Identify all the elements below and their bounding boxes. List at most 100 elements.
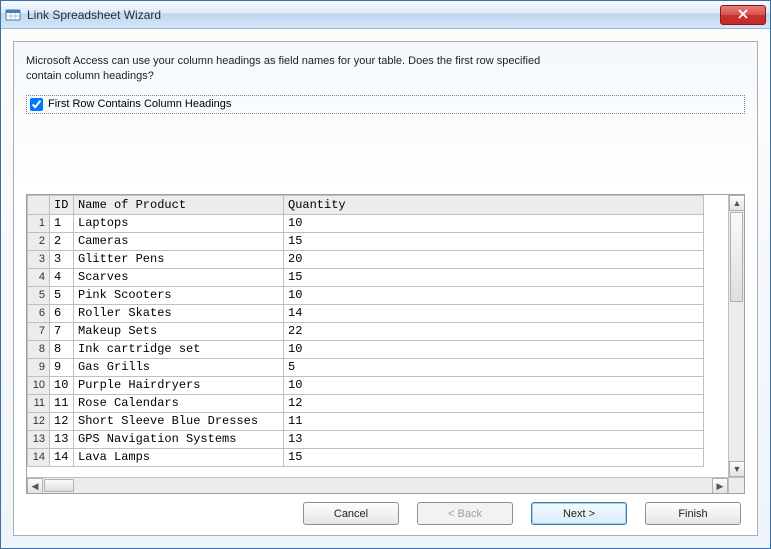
row-number[interactable]: 8 [28, 340, 50, 358]
cell-qty: 22 [284, 322, 704, 340]
cell-id: 7 [50, 322, 74, 340]
scroll-up-icon[interactable]: ▲ [729, 195, 745, 211]
cell-qty: 10 [284, 376, 704, 394]
row-number[interactable]: 2 [28, 232, 50, 250]
cell-name: Ink cartridge set [74, 340, 284, 358]
row-number[interactable]: 1 [28, 214, 50, 232]
table-row[interactable]: 22Cameras15 [28, 232, 704, 250]
row-number[interactable]: 6 [28, 304, 50, 322]
table-row[interactable]: 1111Rose Calendars12 [28, 394, 704, 412]
cell-qty: 15 [284, 268, 704, 286]
button-bar: Cancel < Back Next > Finish [26, 494, 745, 527]
cell-qty: 5 [284, 358, 704, 376]
cell-name: Pink Scooters [74, 286, 284, 304]
cell-name: Laptops [74, 214, 284, 232]
data-grid: ID Name of Product Quantity 11Laptops102… [26, 194, 745, 494]
window-title: Link Spreadsheet Wizard [27, 8, 720, 22]
cell-qty: 14 [284, 304, 704, 322]
row-number[interactable]: 4 [28, 268, 50, 286]
column-header-qty[interactable]: Quantity [284, 195, 704, 214]
table-row[interactable]: 11Laptops10 [28, 214, 704, 232]
back-button: < Back [417, 502, 513, 525]
table-row[interactable]: 55Pink Scooters10 [28, 286, 704, 304]
finish-button[interactable]: Finish [645, 502, 741, 525]
table-row[interactable]: 33Glitter Pens20 [28, 250, 704, 268]
cell-id: 13 [50, 430, 74, 448]
cell-id: 6 [50, 304, 74, 322]
data-table: ID Name of Product Quantity 11Laptops102… [27, 195, 704, 467]
row-number[interactable]: 11 [28, 394, 50, 412]
vertical-scrollbar[interactable]: ▲ ▼ [728, 195, 744, 477]
cell-id: 12 [50, 412, 74, 430]
row-number[interactable]: 12 [28, 412, 50, 430]
row-number[interactable]: 14 [28, 448, 50, 466]
cell-name: Glitter Pens [74, 250, 284, 268]
cell-qty: 10 [284, 214, 704, 232]
cell-id: 3 [50, 250, 74, 268]
checkbox-label: First Row Contains Column Headings [48, 98, 231, 110]
cell-qty: 15 [284, 448, 704, 466]
app-icon [5, 7, 21, 23]
intro-text: Microsoft Access can use your column hea… [26, 54, 546, 85]
cell-id: 2 [50, 232, 74, 250]
cell-qty: 20 [284, 250, 704, 268]
scroll-right-icon[interactable]: ▶ [712, 478, 728, 494]
cell-qty: 10 [284, 340, 704, 358]
cell-name: Cameras [74, 232, 284, 250]
cell-name: Scarves [74, 268, 284, 286]
scroll-down-icon[interactable]: ▼ [729, 461, 745, 477]
table-row[interactable]: 1313GPS Navigation Systems13 [28, 430, 704, 448]
row-header-blank [28, 195, 50, 214]
table-row[interactable]: 66Roller Skates14 [28, 304, 704, 322]
row-number[interactable]: 7 [28, 322, 50, 340]
table-row[interactable]: 77Makeup Sets22 [28, 322, 704, 340]
row-number[interactable]: 9 [28, 358, 50, 376]
table-row[interactable]: 44Scarves15 [28, 268, 704, 286]
cell-qty: 15 [284, 232, 704, 250]
close-icon [738, 8, 748, 22]
cell-id: 8 [50, 340, 74, 358]
cell-name: Makeup Sets [74, 322, 284, 340]
scroll-thumb-vertical[interactable] [730, 212, 743, 302]
row-number[interactable]: 3 [28, 250, 50, 268]
cell-name: Gas Grills [74, 358, 284, 376]
cell-qty: 12 [284, 394, 704, 412]
row-number[interactable]: 5 [28, 286, 50, 304]
cell-id: 10 [50, 376, 74, 394]
checkbox-input[interactable] [30, 98, 43, 111]
cell-name: Roller Skates [74, 304, 284, 322]
row-number[interactable]: 10 [28, 376, 50, 394]
cell-name: Rose Calendars [74, 394, 284, 412]
cell-qty: 10 [284, 286, 704, 304]
table-row[interactable]: 99Gas Grills5 [28, 358, 704, 376]
cell-qty: 13 [284, 430, 704, 448]
wizard-window: Link Spreadsheet Wizard Microsoft Access… [0, 0, 771, 549]
cell-name: Purple Hairdryers [74, 376, 284, 394]
next-button[interactable]: Next > [531, 502, 627, 525]
close-button[interactable] [720, 5, 766, 25]
titlebar: Link Spreadsheet Wizard [1, 1, 770, 29]
wizard-page: Microsoft Access can use your column hea… [13, 41, 758, 536]
cell-name: GPS Navigation Systems [74, 430, 284, 448]
first-row-headings-checkbox[interactable]: First Row Contains Column Headings [26, 95, 745, 114]
table-row[interactable]: 1010Purple Hairdryers10 [28, 376, 704, 394]
scroll-thumb-horizontal[interactable] [44, 479, 74, 492]
cell-name: Short Sleeve Blue Dresses [74, 412, 284, 430]
table-row[interactable]: 1212Short Sleeve Blue Dresses11 [28, 412, 704, 430]
scroll-left-icon[interactable]: ◀ [27, 478, 43, 494]
scroll-corner [728, 477, 744, 493]
table-row[interactable]: 1414Lava Lamps15 [28, 448, 704, 466]
cell-id: 5 [50, 286, 74, 304]
column-header-name[interactable]: Name of Product [74, 195, 284, 214]
cell-id: 11 [50, 394, 74, 412]
row-number[interactable]: 13 [28, 430, 50, 448]
cell-id: 9 [50, 358, 74, 376]
table-row[interactable]: 88Ink cartridge set10 [28, 340, 704, 358]
column-header-id[interactable]: ID [50, 195, 74, 214]
cancel-button[interactable]: Cancel [303, 502, 399, 525]
cell-id: 1 [50, 214, 74, 232]
cell-id: 14 [50, 448, 74, 466]
horizontal-scrollbar[interactable]: ◀ ▶ [27, 477, 728, 493]
cell-id: 4 [50, 268, 74, 286]
cell-qty: 11 [284, 412, 704, 430]
